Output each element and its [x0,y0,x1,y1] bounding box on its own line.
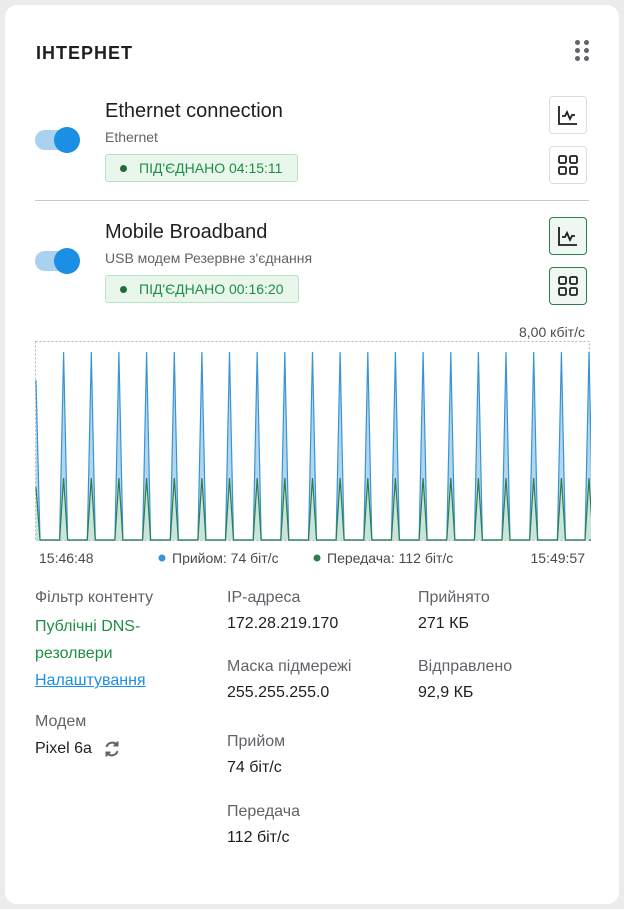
status-badge: ПІД'ЄДНАНО 00:16:20 [105,275,300,303]
ethernet-details-button[interactable] [549,146,587,184]
legend-tx-dot [313,554,321,562]
legend-tx: Передача: 112 біт/с [327,550,453,565]
connection-subtitle: USB модем Резервне з'єднання [105,250,313,266]
filter-label: Фільтр контенту [35,589,154,606]
mask-value: 255.255.255.0 [227,684,330,701]
legend-rx: Прийом: 74 біт/с [172,550,279,565]
connection-name: Mobile Broadband [105,221,268,243]
more-options-icon[interactable] [575,40,591,62]
ip-label: IP-адреса [227,589,301,606]
status-badge: ПІД'ЄДНАНО 04:15:11 [105,154,299,182]
mobile-chart-button[interactable] [549,217,587,255]
modem-value: Pixel 6a [35,740,92,757]
ip-value: 172.28.219.170 [227,615,339,632]
sent-block: Відправлено 92,9 КБ [418,658,512,702]
tx-value: 112 біт/с [227,829,290,846]
modem-block: Модем Pixel 6a [35,713,122,759]
ethernet-toggle[interactable] [35,127,80,153]
connection-subtitle: Ethernet [105,129,158,145]
chart-icon [558,106,577,125]
internet-card: ІНТЕРНЕТ Ethernet connection Ethernet ПІ… [5,5,619,904]
legend-rx-dot [158,554,166,562]
mobile-toggle[interactable] [35,248,80,274]
card-title: ІНТЕРНЕТ [36,43,134,63]
tx-block: Передача 112 біт/с [227,803,300,847]
received-block: Прийнято 271 КБ [418,589,490,633]
y-max-label: 8,00 кбіт/с [519,325,585,340]
sent-value: 92,9 КБ [418,684,474,701]
modem-label: Модем [35,713,87,730]
divider [35,200,589,201]
content-filter-block: Фільтр контенту Публічні DNS- резолвери … [35,589,153,694]
chart-icon [558,227,577,246]
rx-block: Прийом 74 біт/с [227,733,285,777]
filter-value-cont: резолвери [35,645,113,662]
filter-value: Публічні DNS- [35,618,141,635]
x-start-label: 15:46:48 [39,550,94,565]
mask-block: Маска підмережі 255.255.255.0 [227,658,351,702]
received-label: Прийнято [418,589,490,606]
settings-link[interactable]: Налаштування [35,667,153,694]
mask-label: Маска підмережі [227,658,352,675]
traffic-chart: 8,00 кбіт/с 15:46:48 15:49:57 Прийом: 74… [35,324,594,566]
connection-name: Ethernet connection [105,100,283,122]
refresh-icon[interactable] [102,739,122,759]
rx-value: 74 біт/с [227,759,282,776]
grid-icon [558,155,578,175]
sent-label: Відправлено [418,658,513,675]
grid-icon [558,276,578,296]
tx-label: Передача [227,803,300,820]
ethernet-chart-button[interactable] [549,96,587,134]
ip-block: IP-адреса 172.28.219.170 [227,589,338,633]
received-value: 271 КБ [418,615,469,632]
x-end-label: 15:49:57 [531,550,586,565]
mobile-details-button[interactable] [549,267,587,305]
rx-label: Прийом [227,733,286,750]
traffic-chart-svg: 8,00 кбіт/с 15:46:48 15:49:57 Прийом: 74… [35,324,594,566]
